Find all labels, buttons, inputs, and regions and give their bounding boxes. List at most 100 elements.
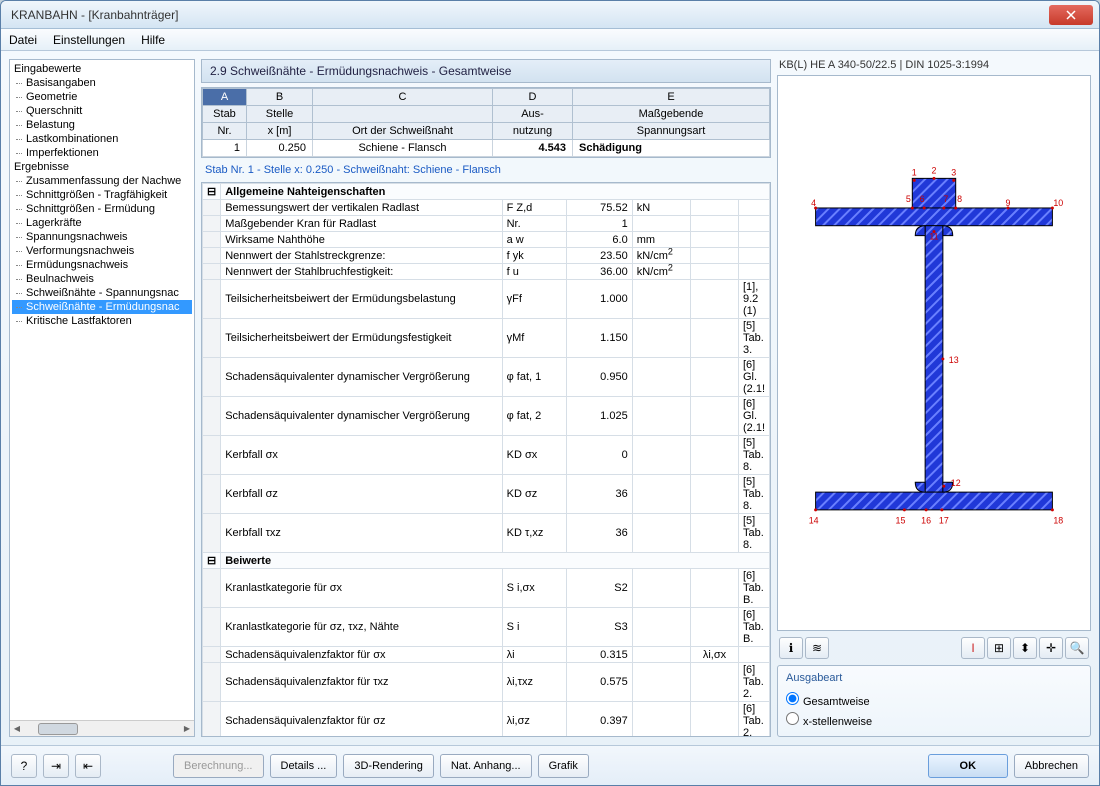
summary-grid[interactable]: A B C D E Stab Stelle Aus- Maßgebende <box>201 87 771 158</box>
tree-item[interactable]: Belastung <box>12 118 192 132</box>
detail-row[interactable]: Teilsicherheitsbeiwert der Ermüdungsfest… <box>203 319 770 358</box>
col-e[interactable]: E <box>573 89 770 106</box>
zoom-button[interactable]: 🔍 <box>1065 637 1089 659</box>
cancel-button[interactable]: Abbrechen <box>1014 754 1089 778</box>
import-button[interactable]: ⇥ <box>43 754 69 778</box>
detail-row[interactable]: Schadensäquivalenzfaktor für τxzλi,τxz0.… <box>203 663 770 702</box>
row-ref <box>738 248 769 264</box>
export-button[interactable]: ⇤ <box>75 754 101 778</box>
tree-item[interactable]: Spannungsnachweis <box>12 230 192 244</box>
detail-row[interactable]: Nennwert der Stahlstreckgrenze:f yk23.50… <box>203 248 770 264</box>
detail-row[interactable]: Nennwert der Stahlbruchfestigkeit:f u36.… <box>203 264 770 280</box>
tree-item[interactable]: Querschnitt <box>12 104 192 118</box>
detail-row[interactable]: Kranlastkategorie für σz, τxz, NähteS iS… <box>203 608 770 647</box>
row-label: Kranlastkategorie für σx <box>221 569 502 608</box>
row-stab[interactable]: 1 <box>203 140 247 157</box>
axes-button[interactable]: ✛ <box>1039 637 1063 659</box>
menu-datei[interactable]: Datei <box>9 33 37 47</box>
tree-item[interactable]: Imperfektionen <box>12 146 192 160</box>
tree-item[interactable]: Geometrie <box>12 90 192 104</box>
tree-item[interactable]: Lagerkräfte <box>12 216 192 230</box>
calc-button: Berechnung... <box>173 754 264 778</box>
sidebar-hscroll[interactable]: ◀ ▶ <box>10 720 194 736</box>
tree-item[interactable]: Schweißnähte - Ermüdungsnac <box>12 300 192 314</box>
tree-item[interactable]: Schnittgrößen - Ermüdung <box>12 202 192 216</box>
tree-item[interactable]: Ermüdungsnachweis <box>12 258 192 272</box>
nav-tree[interactable]: EingabewerteBasisangabenGeometrieQuersch… <box>10 60 194 720</box>
tree-item[interactable]: Verformungsnachweis <box>12 244 192 258</box>
dimension-button[interactable]: ⬍ <box>1013 637 1037 659</box>
radio-gesamt[interactable] <box>786 692 799 705</box>
row-spannungsart[interactable]: Schädigung <box>573 140 770 157</box>
tree-root[interactable]: Ergebnisse <box>12 160 192 174</box>
stress-button[interactable]: ≋ <box>805 637 829 659</box>
grid-button[interactable]: ⊞ <box>987 637 1011 659</box>
detail-row[interactable]: Schadensäquivalenzfaktor für σzλi,σz0.39… <box>203 702 770 738</box>
grafik-button[interactable]: Grafik <box>538 754 589 778</box>
tree-item[interactable]: Basisangaben <box>12 76 192 90</box>
radio-xstellen[interactable] <box>786 712 799 725</box>
detail-row[interactable]: Maßgebender Kran für RadlastNr.1 <box>203 216 770 232</box>
detail-row[interactable]: Schadensäquivalenzfaktor für σxλi0.315λi… <box>203 647 770 663</box>
row-x[interactable]: 0.250 <box>247 140 313 157</box>
tree-item[interactable]: Zusammenfassung der Nachwe <box>12 174 192 188</box>
tree-item[interactable]: Schweißnähte - Spannungsnac <box>12 286 192 300</box>
h2-1: x [m] <box>247 123 313 140</box>
row-extra <box>691 702 739 738</box>
natanhang-button[interactable]: Nat. Anhang... <box>440 754 532 778</box>
row-label: Kranlastkategorie für σz, τxz, Nähte <box>221 608 502 647</box>
detail-row[interactable]: Kerbfall σzKD σz36[5] Tab. 8. <box>203 475 770 514</box>
close-button[interactable] <box>1049 5 1093 25</box>
profile-button[interactable]: I <box>961 637 985 659</box>
menu-einstellungen[interactable]: Einstellungen <box>53 33 125 47</box>
tree-item[interactable]: Beulnachweis <box>12 272 192 286</box>
col-d[interactable]: D <box>493 89 573 106</box>
row-ref <box>738 200 769 216</box>
tree-item[interactable]: Lastkombinationen <box>12 132 192 146</box>
h1-1: Stelle <box>247 106 313 123</box>
row-ref: [6] Gl. (2.1! <box>738 397 769 436</box>
row-unit: kN <box>632 200 690 216</box>
info-button[interactable]: ℹ <box>779 637 803 659</box>
scroll-thumb[interactable] <box>38 723 78 735</box>
scroll-left-icon[interactable]: ◀ <box>10 722 24 736</box>
row-ref: [1], 9.2 (1) <box>738 280 769 319</box>
detail-row[interactable]: Wirksame Nahthöhea w6.0mm <box>203 232 770 248</box>
cross-section-view[interactable]: 123 456 78910 11 12 13 141516 1718 <box>777 75 1091 631</box>
tree-item[interactable]: Schnittgrößen - Tragfähigkeit <box>12 188 192 202</box>
zoom-icon: 🔍 <box>1070 641 1085 655</box>
detail-row[interactable]: Schadensäquivalenter dynamischer Vergröß… <box>203 358 770 397</box>
tree-root[interactable]: Eingabewerte <box>12 62 192 76</box>
detail-grid[interactable]: ⊟Allgemeine NahteigenschaftenBemessungsw… <box>201 182 771 737</box>
detail-row[interactable]: Kerbfall σxKD σx0[5] Tab. 8. <box>203 436 770 475</box>
details-button[interactable]: Details ... <box>270 754 338 778</box>
ok-button[interactable]: OK <box>928 754 1008 778</box>
opt-gesamt[interactable]: Gesamtweise <box>786 690 1082 710</box>
opt-xstellen[interactable]: x-stellenweise <box>786 710 1082 730</box>
detail-row[interactable]: Kerbfall τxzKD τ,xz36[5] Tab. 8. <box>203 514 770 553</box>
row-ausnutzung[interactable]: 4.543 <box>493 140 573 157</box>
grid-icon: ⊞ <box>994 641 1004 655</box>
detail-row[interactable]: Kranlastkategorie für σxS i,σxS2[6] Tab.… <box>203 569 770 608</box>
detail-row[interactable]: Bemessungswert der vertikalen RadlastF Z… <box>203 200 770 216</box>
tree-item[interactable]: Kritische Lastfaktoren <box>12 314 192 328</box>
collapse-icon[interactable]: ⊟ <box>203 184 221 200</box>
row-extra <box>691 608 739 647</box>
row-value: 6.0 <box>566 232 632 248</box>
scroll-right-icon[interactable]: ▶ <box>180 722 194 736</box>
detail-row[interactable]: Teilsicherheitsbeiwert der Ermüdungsbela… <box>203 280 770 319</box>
row-symbol: KD σz <box>502 475 566 514</box>
detail-row[interactable]: Schadensäquivalenter dynamischer Vergröß… <box>203 397 770 436</box>
menu-hilfe[interactable]: Hilfe <box>141 33 165 47</box>
help-button[interactable]: ? <box>11 754 37 778</box>
col-b[interactable]: B <box>247 89 313 106</box>
output-mode-group: Ausgabeart Gesamtweise x-stellenweise <box>777 665 1091 737</box>
render3d-button[interactable]: 3D-Rendering <box>343 754 433 778</box>
row-unit <box>632 663 690 702</box>
collapse-icon[interactable]: ⊟ <box>203 553 221 569</box>
row-ort[interactable]: Schiene - Flansch <box>313 140 493 157</box>
row-symbol: φ fat, 1 <box>502 358 566 397</box>
col-c[interactable]: C <box>313 89 493 106</box>
svg-text:17: 17 <box>939 516 949 526</box>
col-a[interactable]: A <box>203 89 247 106</box>
